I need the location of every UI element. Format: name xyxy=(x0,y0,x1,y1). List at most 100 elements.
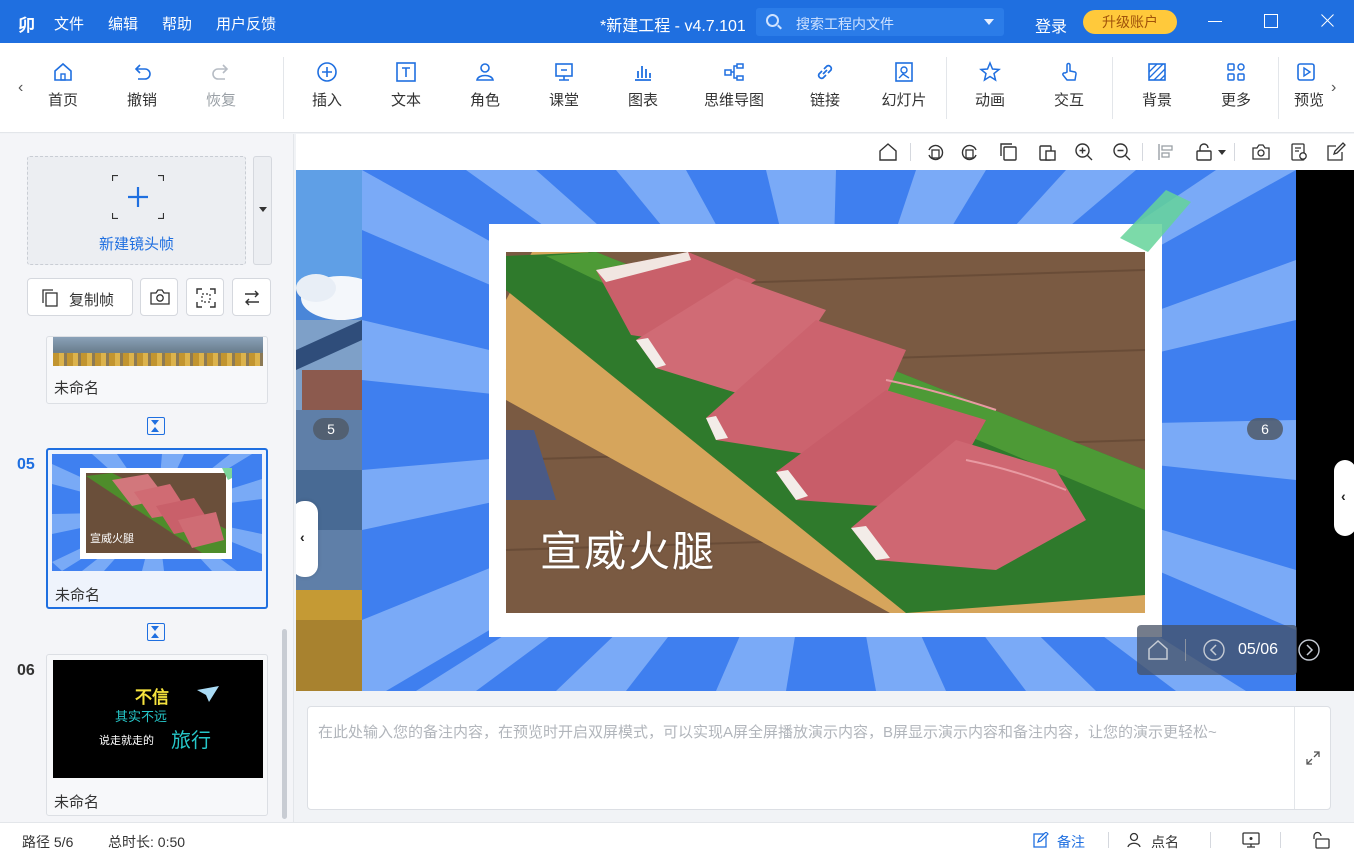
toolbar-character-button[interactable]: 角色 xyxy=(453,61,517,117)
slide-canvas[interactable]: 宣威火腿 5 6 ‹ ‹ xyxy=(296,170,1354,691)
toolbar-slide-label: 幻灯片 xyxy=(881,92,927,109)
classroom-icon xyxy=(555,63,573,81)
toolbar-separator xyxy=(1278,57,1279,119)
lock-dropdown-icon[interactable] xyxy=(1218,150,1226,155)
toolbar-preview-button[interactable]: 预览 xyxy=(1286,61,1326,117)
settings-doc-icon[interactable] xyxy=(1289,142,1309,162)
home-view-icon[interactable] xyxy=(878,142,898,162)
toolbar-scroll-left-icon[interactable]: ‹ xyxy=(18,79,23,97)
duration-status: 总时长: 0:50 xyxy=(108,834,186,850)
copy-frame-button[interactable]: 复制帧 xyxy=(27,278,133,316)
align-left-icon[interactable] xyxy=(1156,142,1176,162)
frame-thumb-text: 不信 xyxy=(135,688,169,707)
toolbar-slide-button[interactable]: 幻灯片 xyxy=(872,61,936,117)
notes-toggle-button[interactable]: 备注 xyxy=(1033,829,1093,851)
edit-icon[interactable] xyxy=(1326,142,1346,162)
previous-page-icon[interactable] xyxy=(1202,638,1226,662)
title-bar: 卯 文件 编辑 帮助 用户反馈 *新建工程 - v4.7.101 搜索工程内文件… xyxy=(0,0,1354,43)
toolbar-link-button[interactable]: 链接 xyxy=(793,61,857,117)
swap-frame-button[interactable] xyxy=(232,278,271,316)
frame-badge-5[interactable]: 5 xyxy=(313,418,349,440)
lock-icon[interactable] xyxy=(1194,142,1214,162)
toolbar-home-button[interactable]: 首页 xyxy=(31,61,95,117)
divider xyxy=(1142,143,1143,161)
rollcall-button[interactable]: 点名 xyxy=(1127,829,1187,851)
toolbar-insert-label: 插入 xyxy=(311,92,342,109)
zoom-out-icon[interactable] xyxy=(1112,142,1132,162)
toolbar-separator xyxy=(1112,57,1113,119)
close-icon[interactable] xyxy=(1312,8,1342,34)
menu-file[interactable]: 文件 xyxy=(54,13,84,34)
toolbar-classroom-button[interactable]: 课堂 xyxy=(532,61,596,117)
copy-frame-label: 复制帧 xyxy=(69,292,115,309)
collapse-right-panel-button[interactable]: ‹ xyxy=(1334,460,1354,536)
frame-number: 05 xyxy=(17,456,35,473)
frame-card-4[interactable]: 未命名 xyxy=(46,336,268,404)
new-frame-button[interactable]: 新建镜头帧 xyxy=(27,156,246,265)
chevron-down-icon[interactable] xyxy=(984,19,994,25)
toolbar-background-button[interactable]: 背景 xyxy=(1125,61,1189,117)
toolbar-more-button[interactable]: 更多 xyxy=(1204,61,1268,117)
unlock-icon[interactable] xyxy=(1312,831,1332,849)
preview-icon xyxy=(1297,63,1315,81)
new-frame-dropdown[interactable] xyxy=(253,156,272,265)
frame-list-scrollbar[interactable] xyxy=(282,629,287,819)
frame-name: 未命名 xyxy=(55,587,101,604)
camera-icon[interactable] xyxy=(1251,142,1271,162)
rollcall-label: 点名 xyxy=(1151,834,1179,850)
rotate-right-icon[interactable] xyxy=(961,142,981,162)
toolbar-text-label: 文本 xyxy=(390,92,421,109)
menu-feedback[interactable]: 用户反馈 xyxy=(216,13,276,34)
toolbar-mindmap-button[interactable]: 思维导图 xyxy=(696,61,772,117)
chart-icon xyxy=(635,66,651,81)
divider xyxy=(1234,143,1235,161)
paper-plane-icon xyxy=(197,686,219,702)
notes-expand-button[interactable] xyxy=(1294,707,1330,809)
toolbar-text-button[interactable]: 文本 xyxy=(374,61,438,117)
chevron-left-icon: ‹ xyxy=(300,529,305,545)
toolbar-undo-button[interactable]: 撤销 xyxy=(110,61,174,117)
frame-card-6[interactable]: 不信 其实不远 说走就走的 旅行 未命名 xyxy=(46,654,268,816)
notes-edit-icon xyxy=(1033,832,1049,848)
toolbar-interaction-button[interactable]: 交互 xyxy=(1037,61,1101,117)
frame-card-5[interactable]: 宣威火腿 未命名 xyxy=(46,448,268,609)
toolbar-chart-button[interactable]: 图表 xyxy=(611,61,675,117)
snapshot-button[interactable] xyxy=(140,278,178,316)
zoom-in-icon[interactable] xyxy=(1074,142,1094,162)
app-logo: 卯 xyxy=(18,16,35,35)
copy-icon[interactable] xyxy=(999,142,1019,162)
menu-edit[interactable]: 编辑 xyxy=(108,13,138,34)
toolbar-scroll-right-icon[interactable]: › xyxy=(1331,79,1336,97)
collapse-left-panel-button[interactable]: ‹ xyxy=(296,501,318,577)
toolbar-redo-button[interactable]: 恢复 xyxy=(189,61,253,117)
paste-icon[interactable] xyxy=(1037,142,1057,162)
toolbar-animation-button[interactable]: 动画 xyxy=(958,61,1022,117)
toolbar-home-label: 首页 xyxy=(47,92,78,109)
frame-thumb-text: 说走就走的 xyxy=(99,735,154,747)
notes-input[interactable]: 在此处输入您的备注内容，在预览时开启双屏模式，可以实现A屏全屏播放演示内容，B屏… xyxy=(307,706,1331,810)
menu-help[interactable]: 帮助 xyxy=(162,13,192,34)
frame-thumbnail: 不信 其实不远 说走就走的 旅行 xyxy=(53,660,263,778)
minimize-icon[interactable] xyxy=(1200,8,1230,34)
home-icon[interactable] xyxy=(1146,638,1170,662)
toolbar-background-label: 背景 xyxy=(1141,92,1172,109)
toolbar-character-label: 角色 xyxy=(469,92,500,109)
search-input[interactable]: 搜索工程内文件 xyxy=(756,8,1004,36)
frame-badge-6[interactable]: 6 xyxy=(1247,418,1283,440)
text-icon xyxy=(396,62,416,82)
login-button[interactable]: 登录 xyxy=(1035,13,1067,37)
main-toolbar: ‹ 首页 撤销 恢复 插入 文本 角色 课堂 图表 思维导图 链接 幻灯片 动画… xyxy=(0,43,1354,133)
frame-fit-button[interactable] xyxy=(186,278,224,316)
transition-icon[interactable] xyxy=(147,417,165,435)
rotate-left-icon[interactable] xyxy=(924,142,944,162)
presentation-icon[interactable] xyxy=(1242,831,1260,849)
toolbar-separator xyxy=(946,57,947,119)
upgrade-account-button[interactable]: 升级账户 xyxy=(1083,10,1177,34)
transition-icon[interactable] xyxy=(147,623,165,641)
slide-title-text[interactable]: 宣威火腿 xyxy=(540,518,716,579)
maximize-icon[interactable] xyxy=(1256,8,1286,34)
frame-name: 未命名 xyxy=(54,380,100,397)
mindmap-icon xyxy=(724,63,744,81)
toolbar-insert-button[interactable]: 插入 xyxy=(295,61,359,117)
next-page-icon[interactable] xyxy=(1297,638,1321,662)
